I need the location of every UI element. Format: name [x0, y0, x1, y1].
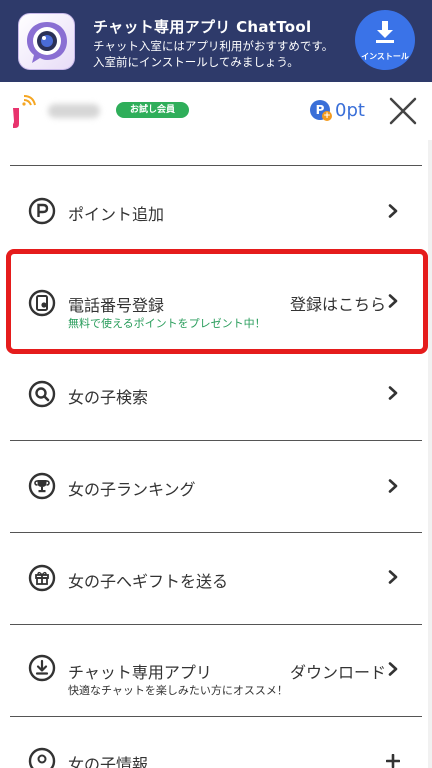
site-header: お試し会員 P + 0pt [0, 82, 432, 140]
username-blurred [48, 104, 100, 118]
install-label: インストール [361, 52, 409, 61]
menu-label: ポイント追加 [68, 205, 165, 224]
banner-desc-line-1: チャット入室にはアプリ利用がおすすめです。 [93, 39, 334, 53]
menu-item-girl-info[interactable]: 女の子情報 [0, 717, 432, 768]
highlight-box [6, 249, 428, 354]
menu-right-label: ダウンロード [289, 663, 386, 682]
install-button[interactable]: インストール [355, 10, 415, 70]
menu-label: 女の子ランキング [68, 480, 196, 499]
menu-label: 女の子へギフトを送る [68, 572, 229, 591]
points-plus-icon: + [322, 111, 332, 121]
menu-item-send-gift[interactable]: 女の子へギフトを送る [0, 533, 432, 624]
chevron-right-icon [388, 386, 398, 400]
menu-sublabel: 快適なチャットを楽しみたい方にオススメ！ [68, 684, 288, 697]
banner-desc-line-2: 入室前にインストールしてみましょう。 [93, 55, 299, 69]
download-arrow-icon [376, 21, 394, 43]
banner-title: チャット専用アプリ ChatTool [93, 18, 312, 36]
chevron-right-icon [388, 570, 398, 584]
app-install-banner[interactable]: チャット専用アプリ ChatTool チャット入室にはアプリ利用がおすすめです。… [0, 0, 432, 82]
menu-label: 女の子検索 [68, 388, 149, 407]
chevron-right-icon [388, 479, 398, 493]
menu-item-chat-app[interactable]: チャット専用アプリ 快適なチャットを楽しみたい方にオススメ！ ダウンロード [0, 625, 432, 716]
membership-badge: お試し会員 [116, 102, 190, 118]
trophy-icon [28, 472, 56, 500]
menu-item-ranking[interactable]: 女の子ランキング [0, 441, 432, 532]
download-icon [28, 654, 56, 682]
points-value: 0pt [335, 100, 365, 121]
chevron-right-icon [388, 204, 398, 218]
p-circle-icon [28, 197, 56, 225]
search-icon [28, 380, 56, 408]
menu-label: チャット専用アプリ [68, 663, 212, 682]
j-logo-icon[interactable] [10, 94, 40, 130]
chat-app-icon [18, 13, 75, 70]
plus-icon [386, 754, 400, 768]
location-pin-icon [28, 747, 56, 768]
menu-item-search[interactable]: 女の子検索 [0, 348, 432, 440]
close-icon[interactable] [388, 96, 418, 126]
chevron-right-icon [388, 662, 398, 676]
menu-label: 女の子情報 [68, 755, 149, 768]
menu-item-add-points[interactable]: ポイント追加 [0, 166, 432, 256]
banner-description: チャット入室にはアプリ利用がおすすめです。 入室前にインストールしてみましょう。 [93, 38, 333, 70]
gift-icon [28, 564, 56, 592]
